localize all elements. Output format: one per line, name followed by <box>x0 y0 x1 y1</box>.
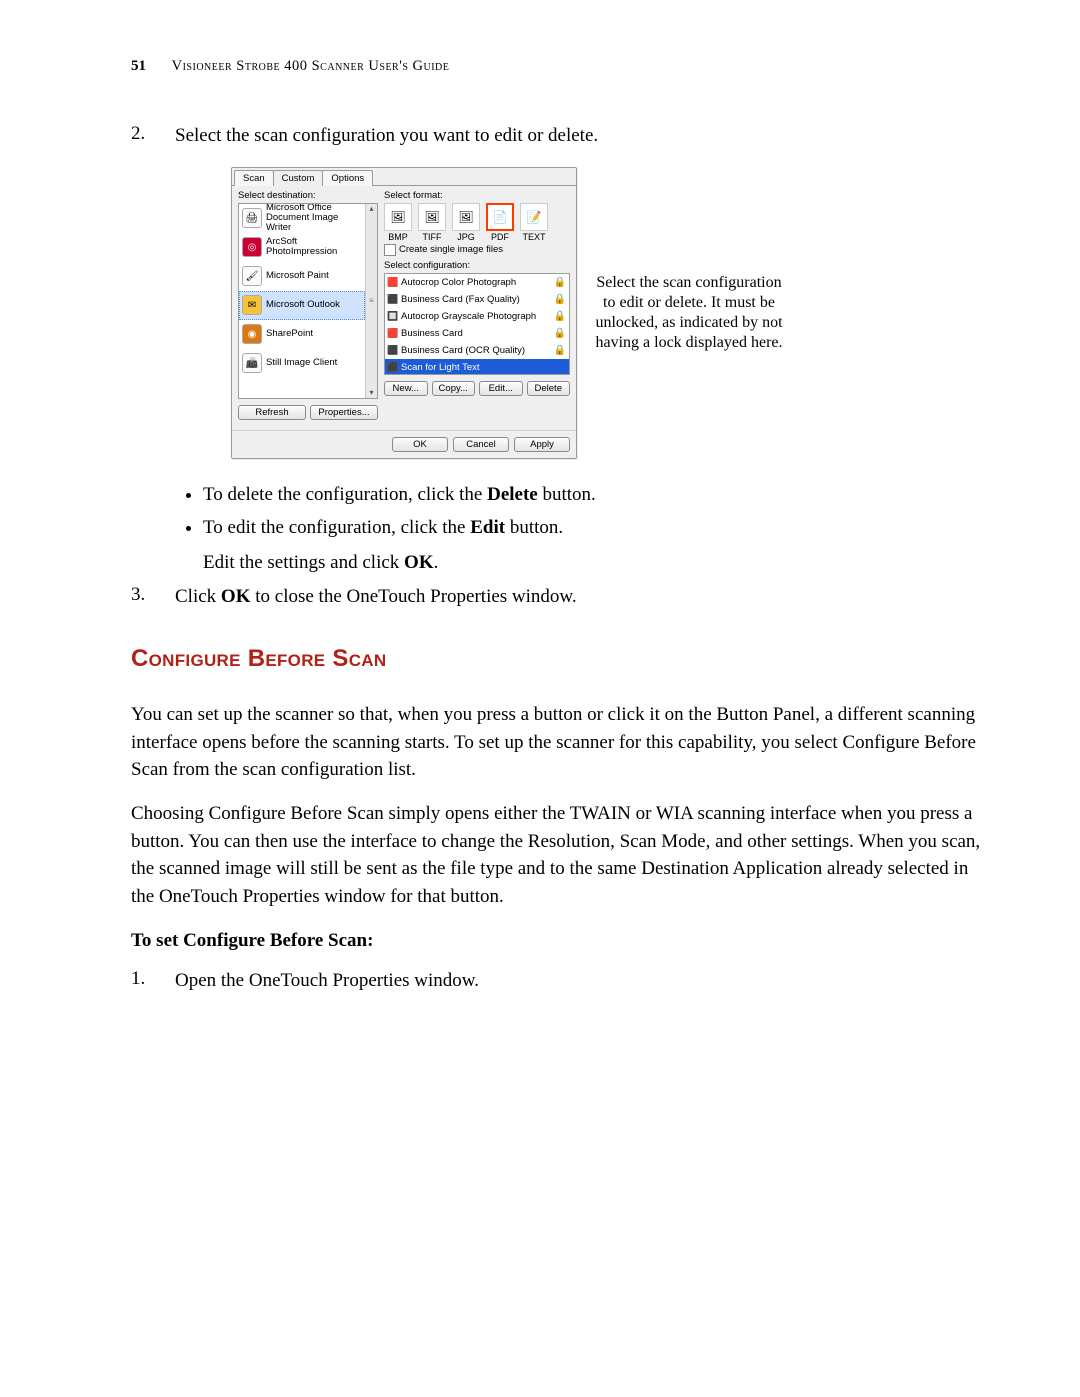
apply-button[interactable]: Apply <box>514 437 570 452</box>
cfg-item-label: Business Card <box>401 328 463 339</box>
outlook-icon: ✉ <box>242 295 262 315</box>
cfg-item-biz-fax[interactable]: ⬛Business Card (Fax Quality) 🔒 <box>385 291 569 308</box>
cfg-item-label: Business Card (Fax Quality) <box>401 294 520 305</box>
lock-icon: 🔒 <box>554 277 566 288</box>
paragraph-2: Choosing Configure Before Scan simply op… <box>131 800 994 910</box>
color-swatch-icon: 🟥 <box>388 328 398 338</box>
scanner-icon: 📠 <box>242 353 262 373</box>
sharepoint-icon: ◉ <box>242 324 262 344</box>
format-text-label: TEXT <box>520 232 548 242</box>
cfg-item-label: Scan for Light Text <box>401 362 480 373</box>
format-tiff-label: TIFF <box>418 232 446 242</box>
tab-options[interactable]: Options <box>322 170 373 186</box>
select-format-label: Select format: <box>384 190 570 201</box>
edit-button[interactable]: Edit... <box>479 381 523 396</box>
cfg-item-biz-card[interactable]: 🟥Business Card 🔒 <box>385 325 569 342</box>
dialog-tabs: Scan Custom Options <box>232 168 576 186</box>
cfg-item-autocrop-gray[interactable]: 🔲Autocrop Grayscale Photograph 🔒 <box>385 308 569 325</box>
format-text-icon[interactable]: 📝 <box>520 203 548 231</box>
format-bmp-icon[interactable]: 🖼 <box>384 203 412 231</box>
dest-item-label: Microsoft Outlook <box>266 300 340 310</box>
step-2-row: 2. Select the scan configuration you wan… <box>131 123 994 149</box>
single-image-files-label: Create single image files <box>399 244 503 255</box>
photo-app-icon: ◎ <box>242 237 262 257</box>
refresh-button[interactable]: Refresh <box>238 405 306 420</box>
step-2-text: Select the scan configuration you want t… <box>175 123 994 149</box>
guide-title: Visioneer Strobe 400 Scanner User's Guid… <box>172 58 450 74</box>
single-image-files-checkbox[interactable] <box>384 244 396 256</box>
scroll-down-icon[interactable]: ▾ <box>369 388 373 398</box>
cancel-button[interactable]: Cancel <box>453 437 509 452</box>
format-pdf-icon[interactable]: 📄 <box>486 203 514 231</box>
instruction-bullets: To delete the configuration, click the D… <box>203 481 994 542</box>
dest-item-label: SharePoint <box>266 329 313 339</box>
select-configuration-label: Select configuration: <box>384 260 570 271</box>
format-tiff-icon[interactable]: 🖼 <box>418 203 446 231</box>
dest-item-arcsoft[interactable]: ◎ ArcSoft PhotoImpression <box>239 233 365 262</box>
onetouch-dialog: Scan Custom Options Select destination: … <box>231 167 577 459</box>
step-3-row: 3. Click OK to close the OneTouch Proper… <box>131 584 994 610</box>
set-step-1-text: Open the OneTouch Properties window. <box>175 968 994 994</box>
cfg-item-label: Autocrop Grayscale Photograph <box>401 311 536 322</box>
cfg-item-scan-light-text[interactable]: ⬛Scan for Light Text <box>385 359 569 375</box>
properties-button[interactable]: Properties... <box>310 405 378 420</box>
new-button[interactable]: New... <box>384 381 428 396</box>
figure-callout: Select the scan configuration to edit or… <box>589 273 789 353</box>
bullet-edit: To edit the configuration, click the Edi… <box>203 514 994 542</box>
cfg-item-biz-ocr[interactable]: ⬛Business Card (OCR Quality) 🔒 <box>385 342 569 359</box>
dest-item-label: Microsoft Office Document Image Writer <box>266 203 362 233</box>
page-header: 51 Visioneer Strobe 400 Scanner User's G… <box>131 58 994 75</box>
cfg-item-autocrop-color[interactable]: 🟥Autocrop Color Photograph 🔒 <box>385 274 569 291</box>
copy-button[interactable]: Copy... <box>432 381 476 396</box>
dest-item-sharepoint[interactable]: ◉ SharePoint <box>239 320 365 349</box>
lock-icon: 🔒 <box>554 294 566 305</box>
dest-item-outlook[interactable]: ✉ Microsoft Outlook <box>239 291 365 320</box>
bw-swatch-icon: ⬛ <box>388 345 398 355</box>
printer-icon: 🖨 <box>242 208 262 228</box>
select-destination-label: Select destination: <box>238 190 378 201</box>
format-jpg-icon[interactable]: 🖼 <box>452 203 480 231</box>
section-heading: Configure Before Scan <box>131 645 994 673</box>
paragraph-1: You can set up the scanner so that, when… <box>131 701 994 784</box>
bw-swatch-icon: ⬛ <box>388 362 398 372</box>
lock-icon: 🔒 <box>554 328 566 339</box>
step-3-text: Click OK to close the OneTouch Propertie… <box>175 584 994 610</box>
set-step-1-row: 1. Open the OneTouch Properties window. <box>131 968 994 994</box>
page-number: 51 <box>131 58 146 74</box>
tab-scan[interactable]: Scan <box>234 170 274 186</box>
step-3-number: 3. <box>131 584 175 610</box>
dest-item-mspaint[interactable]: 🖌 Microsoft Paint <box>239 262 365 291</box>
dest-item-label: ArcSoft PhotoImpression <box>266 237 362 257</box>
configuration-listbox[interactable]: 🟥Autocrop Color Photograph 🔒 ⬛Business C… <box>384 273 570 375</box>
bullet-delete: To delete the configuration, click the D… <box>203 481 994 509</box>
step-2-number: 2. <box>131 123 175 149</box>
format-bmp-label: BMP <box>384 232 412 242</box>
scroll-thumb-icon[interactable]: ≡ <box>369 296 374 305</box>
dest-item-label: Still Image Client <box>266 358 337 368</box>
format-pdf-label: PDF <box>486 232 514 242</box>
paint-icon: 🖌 <box>242 266 262 286</box>
ok-button[interactable]: OK <box>392 437 448 452</box>
format-jpg-label: JPG <box>452 232 480 242</box>
destination-listbox[interactable]: 🖨 Microsoft Office Document Image Writer… <box>238 203 378 399</box>
dest-item-still-image[interactable]: 📠 Still Image Client <box>239 349 365 378</box>
bw-swatch-icon: ⬛ <box>388 294 398 304</box>
tab-custom[interactable]: Custom <box>273 170 324 186</box>
lock-icon: 🔒 <box>554 345 566 356</box>
cfg-item-label: Business Card (OCR Quality) <box>401 345 525 356</box>
dest-item-office-doc-writer[interactable]: 🖨 Microsoft Office Document Image Writer <box>239 204 365 233</box>
subheading: To set Configure Before Scan: <box>131 930 994 952</box>
cfg-item-label: Autocrop Color Photograph <box>401 277 516 288</box>
gray-swatch-icon: 🔲 <box>388 311 398 321</box>
set-step-1-number: 1. <box>131 968 175 994</box>
scroll-up-icon[interactable]: ▴ <box>369 204 373 214</box>
lock-icon: 🔒 <box>554 311 566 322</box>
color-swatch-icon: 🟥 <box>388 277 398 287</box>
dest-item-label: Microsoft Paint <box>266 271 329 281</box>
destination-scrollbar[interactable]: ▴ ≡ ▾ <box>365 204 377 398</box>
edit-settings-line: Edit the settings and click OK. <box>203 552 994 574</box>
delete-button[interactable]: Delete <box>527 381 571 396</box>
